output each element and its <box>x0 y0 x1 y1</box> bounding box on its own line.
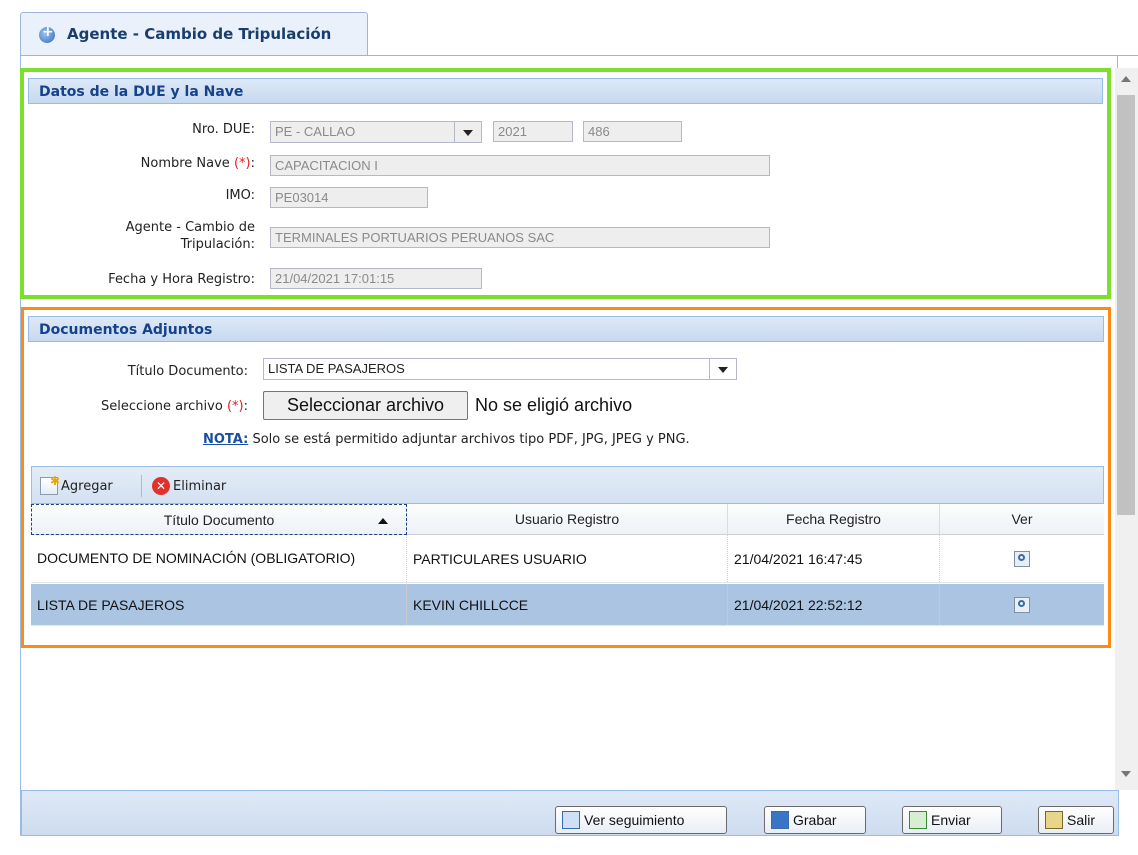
enviar-label: Enviar <box>931 812 971 828</box>
remove-button-label: Eliminar <box>173 478 227 494</box>
imo-label: IMO: <box>225 188 255 203</box>
required-mark: (*) <box>233 156 251 171</box>
add-button[interactable]: ✱ Agregar <box>40 474 113 495</box>
salir-button[interactable]: Salir <box>1038 806 1114 834</box>
nro-due-number-field[interactable]: 486 <box>583 121 682 142</box>
column-header-fecha[interactable]: Fecha Registro <box>728 504 940 535</box>
row-ver[interactable] <box>940 584 1104 625</box>
grabar-button[interactable]: Grabar <box>764 806 866 834</box>
column-header-titulo-label: Título Documento <box>163 512 275 528</box>
section-title-due-nave: Datos de la DUE y la Nave <box>28 78 1103 104</box>
chevron-down-icon[interactable] <box>454 122 481 142</box>
column-header-ver[interactable]: Ver <box>940 504 1104 535</box>
agente-label-line2: Tripulación: <box>180 237 255 252</box>
add-document-icon: ✱ <box>40 474 60 495</box>
column-header-titulo[interactable]: Título Documento <box>31 504 407 535</box>
agente-field[interactable]: TERMINALES PORTUARIOS PERUANOS SAC <box>270 227 770 248</box>
row-usuario: PARTICULARES USUARIO <box>407 535 728 582</box>
plus-circle-icon <box>39 24 55 43</box>
row-ver[interactable] <box>940 535 1104 582</box>
row-usuario: KEVIN CHILLCCE <box>407 584 728 625</box>
row-fecha: 21/04/2021 22:52:12 <box>728 584 940 625</box>
section-title-documentos: Documentos Adjuntos <box>28 316 1104 342</box>
seleccione-archivo-label: Seleccione archivo (*): <box>60 399 248 414</box>
magnifier-icon[interactable] <box>1014 596 1030 613</box>
remove-x-icon: ✕ <box>152 477 170 495</box>
nota-text: Solo se está permitido adjuntar archivos… <box>252 432 690 447</box>
send-document-icon <box>909 811 927 829</box>
column-header-usuario[interactable]: Usuario Registro <box>407 504 728 535</box>
imo-field[interactable]: PE03014 <box>270 187 428 208</box>
tab-agente-cambio-tripulacion[interactable]: Agente - Cambio de Tripulación <box>20 12 368 56</box>
nro-due-year-field[interactable]: 2021 <box>493 121 573 142</box>
table-row[interactable]: DOCUMENTO DE NOMINACIÓN (OBLIGATORIO) PA… <box>31 535 1104 583</box>
nombre-nave-field[interactable]: CAPACITACION I <box>270 155 770 176</box>
titulo-documento-select[interactable]: LISTA DE PASAJEROS <box>263 358 737 380</box>
add-button-label: Agregar <box>61 478 113 494</box>
nro-due-label: Nro. DUE: <box>192 122 255 137</box>
save-disk-icon <box>771 811 789 829</box>
label-colon: : <box>250 156 255 171</box>
nro-due-port-select[interactable]: PE - CALLAO <box>270 121 482 143</box>
row-titulo: DOCUMENTO DE NOMINACIÓN (OBLIGATORIO) <box>31 535 407 582</box>
grabar-label: Grabar <box>793 812 837 828</box>
footer-toolbar: Ver seguimiento Grabar Enviar Salir <box>21 790 1119 836</box>
due-nave-section: Datos de la DUE y la Nave <box>20 68 1111 299</box>
required-mark: (*) <box>226 399 244 414</box>
nro-due-port-value: PE - CALLAO <box>275 124 356 139</box>
monitor-icon <box>562 811 580 829</box>
remove-button[interactable]: ✕ Eliminar <box>152 477 226 495</box>
chevron-down-icon[interactable] <box>709 359 736 379</box>
grid-header: Título Documento Usuario Registro Fecha … <box>31 504 1104 535</box>
toolbar-separator <box>141 475 142 497</box>
enviar-button[interactable]: Enviar <box>902 806 1002 834</box>
agente-label-line1: Agente - Cambio de <box>125 220 255 235</box>
nombre-nave-label: Nombre Nave (*): <box>60 156 255 171</box>
label-colon: : <box>243 399 248 414</box>
table-row-selected[interactable]: LISTA DE PASAJEROS KEVIN CHILLCCE 21/04/… <box>31 584 1104 626</box>
fecha-registro-field[interactable]: 21/04/2021 17:01:15 <box>270 268 482 289</box>
ver-seguimiento-button[interactable]: Ver seguimiento <box>555 806 727 834</box>
seleccione-archivo-label-text: Seleccione archivo <box>101 399 223 414</box>
scroll-up-icon[interactable] <box>1121 76 1131 82</box>
titulo-documento-value: LISTA DE PASAJEROS <box>268 361 405 376</box>
ver-seguimiento-label: Ver seguimiento <box>584 812 685 828</box>
row-titulo: LISTA DE PASAJEROS <box>31 584 407 625</box>
scroll-down-icon[interactable] <box>1121 771 1131 777</box>
scrollbar-thumb[interactable] <box>1117 95 1135 515</box>
tab-title: Agente - Cambio de Tripulación <box>67 25 332 43</box>
exit-door-icon <box>1045 811 1063 829</box>
nota: NOTA: Solo se está permitido adjuntar ar… <box>203 432 690 447</box>
nota-label: NOTA: <box>203 432 249 447</box>
select-file-button[interactable]: Seleccionar archivo <box>263 391 468 420</box>
titulo-documento-label: Título Documento: <box>127 364 248 379</box>
nombre-nave-label-text: Nombre Nave <box>140 156 230 171</box>
grid-toolbar: ✱ Agregar ✕ Eliminar <box>31 466 1104 504</box>
row-fecha: 21/04/2021 16:47:45 <box>728 535 940 582</box>
sort-asc-icon <box>378 518 388 524</box>
fecha-registro-label: Fecha y Hora Registro: <box>108 272 255 287</box>
file-status: No se eligió archivo <box>475 395 633 415</box>
salir-label: Salir <box>1067 812 1096 828</box>
agente-label: Agente - Cambio de Tripulación: <box>60 219 255 253</box>
magnifier-icon[interactable] <box>1014 550 1030 567</box>
